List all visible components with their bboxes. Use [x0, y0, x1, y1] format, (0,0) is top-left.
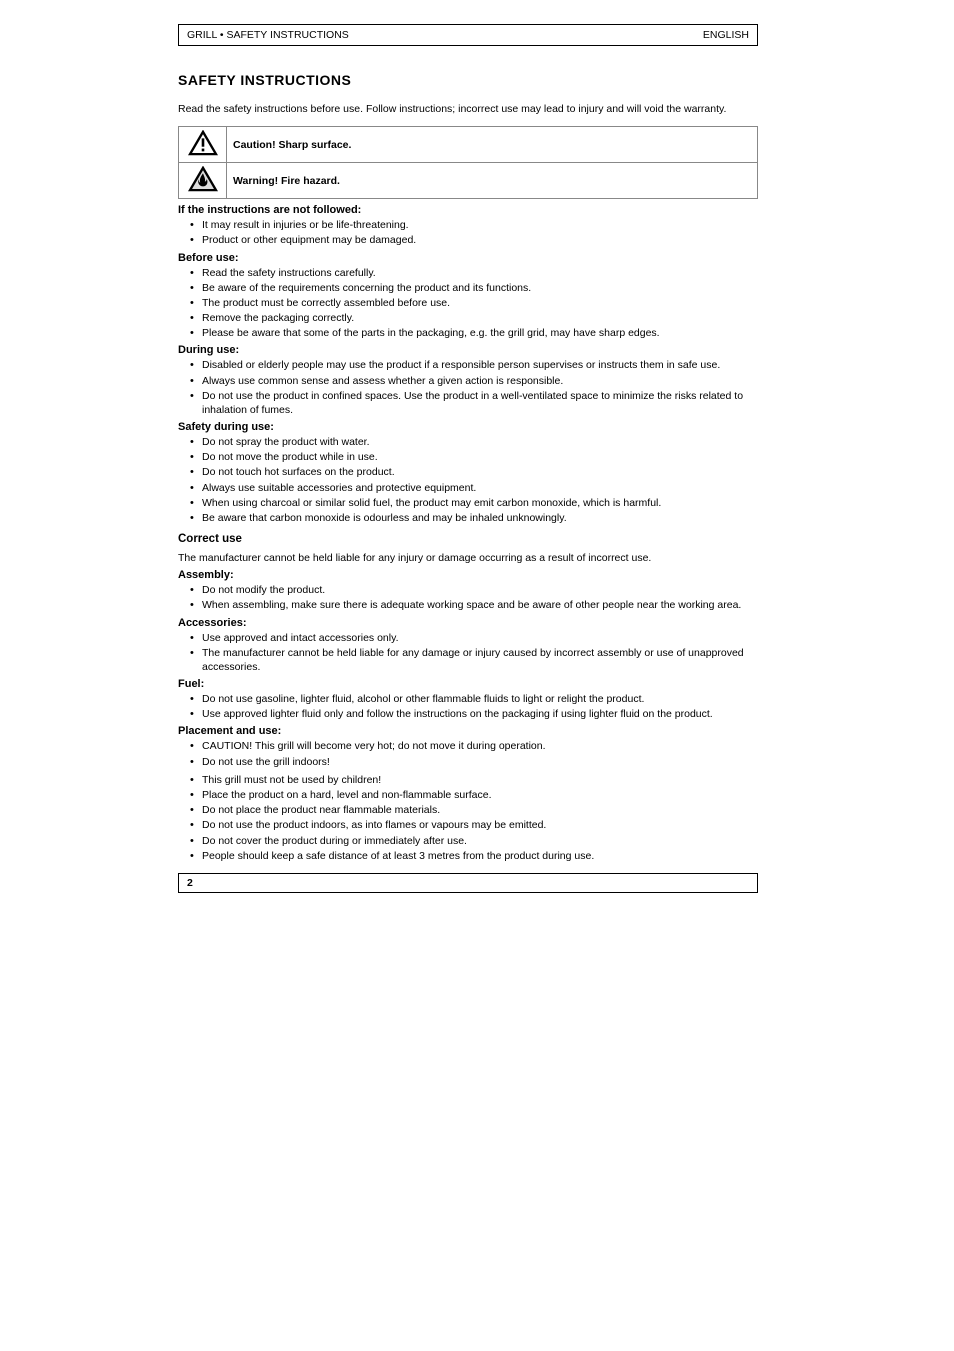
- list-item: Use approved and intact accessories only…: [192, 631, 758, 645]
- list-item: Do not use the product indoors, as into …: [192, 818, 758, 832]
- header-left: GRILL • SAFETY INSTRUCTIONS: [187, 29, 349, 41]
- correct-use-intro: The manufacturer cannot be held liable f…: [178, 551, 758, 565]
- list-item: Always use common sense and assess wheth…: [192, 374, 758, 388]
- bullet-list: Do not use gasoline, lighter fluid, alco…: [178, 692, 758, 721]
- list-item: Disabled or elderly people may use the p…: [192, 358, 758, 372]
- intro-paragraph: Read the safety instructions before use.…: [178, 102, 758, 116]
- group-title: Before use:: [178, 252, 758, 264]
- list-item: Please be aware that some of the parts i…: [192, 326, 758, 340]
- list-item: When using charcoal or similar solid fue…: [192, 496, 758, 510]
- group-title: Placement and use:: [178, 725, 758, 737]
- group-title: If the instructions are not followed:: [178, 204, 758, 216]
- list-item: CAUTION! This grill will become very hot…: [192, 739, 758, 753]
- warning-table: Caution! Sharp surface.Warning! Fire haz…: [178, 126, 758, 199]
- list-item: Do not use the product in confined space…: [192, 389, 758, 417]
- bullet-list: CAUTION! This grill will become very hot…: [178, 739, 758, 768]
- list-item: Do not use the grill indoors!: [192, 755, 758, 769]
- bullet-list: It may result in injuries or be life-thr…: [178, 218, 758, 247]
- list-item: Do not use gasoline, lighter fluid, alco…: [192, 692, 758, 706]
- list-item: Always use suitable accessories and prot…: [192, 481, 758, 495]
- page-header: GRILL • SAFETY INSTRUCTIONS ENGLISH: [178, 24, 758, 46]
- correct-use-heading: Correct use: [178, 533, 758, 545]
- list-item: Do not spray the product with water.: [192, 435, 758, 449]
- list-item: This grill must not be used by children!: [192, 773, 758, 787]
- page-number: 2: [187, 877, 193, 889]
- group-title: Assembly:: [178, 569, 758, 581]
- list-item: Do not cover the product during or immed…: [192, 834, 758, 848]
- list-item: Remove the packaging correctly.: [192, 311, 758, 325]
- section-title: SAFETY INSTRUCTIONS: [178, 72, 758, 88]
- caution-icon: [179, 127, 227, 163]
- list-item: Do not touch hot surfaces on the product…: [192, 465, 758, 479]
- page-footer: 2: [178, 873, 758, 893]
- list-item: Place the product on a hard, level and n…: [192, 788, 758, 802]
- header-right: ENGLISH: [703, 29, 749, 41]
- list-item: Do not place the product near flammable …: [192, 803, 758, 817]
- bullet-list: This grill must not be used by children!…: [178, 773, 758, 863]
- list-item: Use approved lighter fluid only and foll…: [192, 707, 758, 721]
- fire-icon: [179, 163, 227, 199]
- bullet-list: Use approved and intact accessories only…: [178, 631, 758, 675]
- bullet-list: Disabled or elderly people may use the p…: [178, 358, 758, 417]
- list-item: Do not move the product while in use.: [192, 450, 758, 464]
- list-item: The manufacturer cannot be held liable f…: [192, 646, 758, 674]
- warning-row: Warning! Fire hazard.: [179, 163, 758, 199]
- list-item: The product must be correctly assembled …: [192, 296, 758, 310]
- group-title: Accessories:: [178, 617, 758, 629]
- list-item: Do not modify the product.: [192, 583, 758, 597]
- warning-row: Caution! Sharp surface.: [179, 127, 758, 163]
- group-title: Fuel:: [178, 678, 758, 690]
- list-item: It may result in injuries or be life-thr…: [192, 218, 758, 232]
- list-item: Read the safety instructions carefully.: [192, 266, 758, 280]
- list-item: Be aware that carbon monoxide is odourle…: [192, 511, 758, 525]
- group-title: Safety during use:: [178, 421, 758, 433]
- warning-text: Caution! Sharp surface.: [227, 127, 758, 163]
- warning-text: Warning! Fire hazard.: [227, 163, 758, 199]
- bullet-list: Do not modify the product.When assemblin…: [178, 583, 758, 612]
- list-item: Be aware of the requirements concerning …: [192, 281, 758, 295]
- list-item: People should keep a safe distance of at…: [192, 849, 758, 863]
- group-title: During use:: [178, 344, 758, 356]
- bullet-list: Read the safety instructions carefully.B…: [178, 266, 758, 341]
- list-item: Product or other equipment may be damage…: [192, 233, 758, 247]
- list-item: When assembling, make sure there is adeq…: [192, 598, 758, 612]
- bullet-list: Do not spray the product with water.Do n…: [178, 435, 758, 525]
